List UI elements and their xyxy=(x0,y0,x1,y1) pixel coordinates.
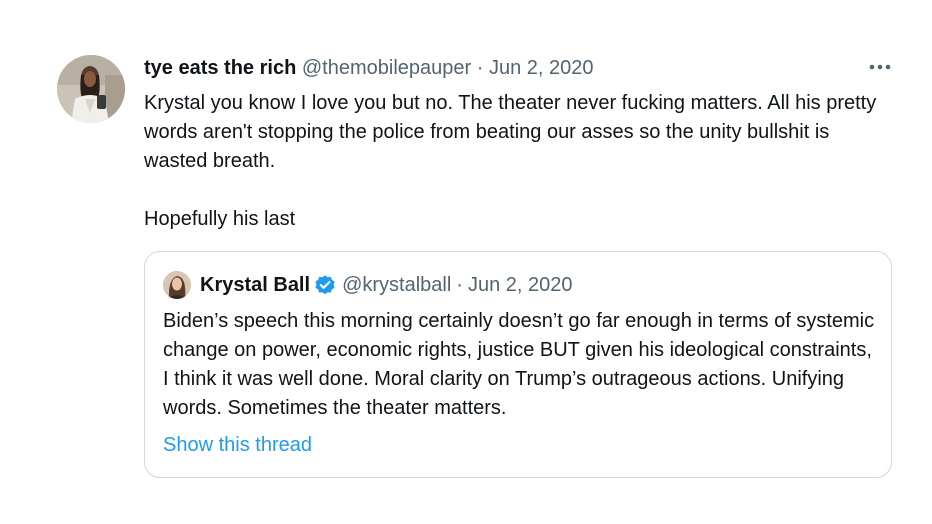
tweet-date[interactable]: Jun 2, 2020 xyxy=(489,57,594,79)
tweet-paragraph: Hopefully his last xyxy=(144,208,296,230)
author-handle[interactable]: @themobilepauper xyxy=(302,57,471,79)
avatar-photo xyxy=(57,55,125,123)
more-horizontal-icon xyxy=(869,64,891,70)
quoted-tweet-text: Biden’s speech this morning certainly do… xyxy=(163,310,875,419)
separator-dot: · xyxy=(476,57,484,79)
more-options-button[interactable] xyxy=(866,56,894,78)
quoted-author-name[interactable]: Krystal Ball xyxy=(200,273,310,297)
quoted-tweet-date[interactable]: Jun 2, 2020 xyxy=(468,273,573,297)
tweet-text: Krystal you know I love you but no. The … xyxy=(144,89,884,234)
quoted-avatar-photo xyxy=(163,271,191,299)
quoted-author-avatar[interactable] xyxy=(163,271,191,299)
show-thread-link[interactable]: Show this thread xyxy=(163,432,312,458)
quoted-author-handle[interactable]: @krystalball xyxy=(342,273,451,297)
tweet-header: tye eats the rich @themobilepauper · Jun… xyxy=(144,56,593,80)
tweet[interactable]: tye eats the rich @themobilepauper · Jun… xyxy=(0,0,932,524)
author-name[interactable]: tye eats the rich xyxy=(144,57,296,79)
author-avatar[interactable] xyxy=(57,55,125,123)
verified-badge-icon xyxy=(314,274,336,296)
tweet-paragraph: Krystal you know I love you but no. The … xyxy=(144,92,877,172)
quoted-tweet-card[interactable]: Krystal Ball @krystalball · Jun 2, 2020 … xyxy=(144,251,892,478)
quoted-tweet-header: Krystal Ball @krystalball · Jun 2, 2020 xyxy=(200,273,572,297)
separator-dot: · xyxy=(456,274,463,296)
